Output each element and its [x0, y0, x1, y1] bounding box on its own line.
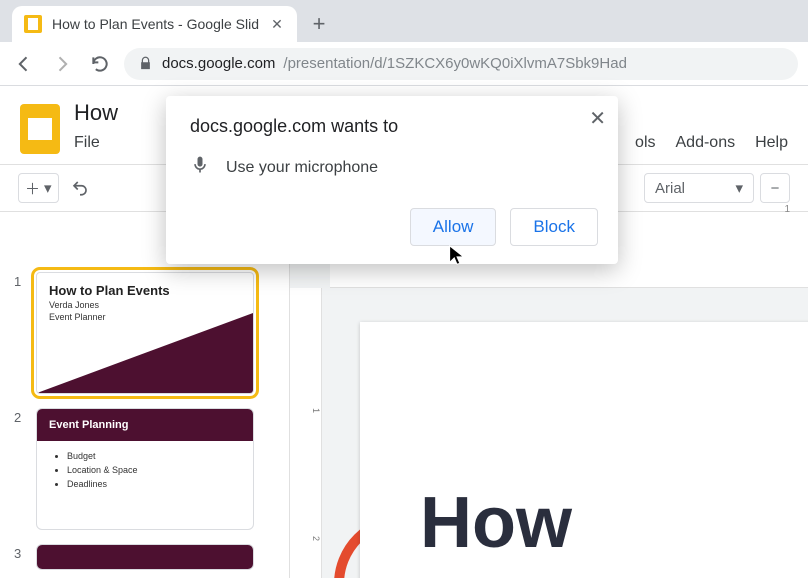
new-tab-button[interactable]: + [305, 10, 333, 38]
list-item: Deadlines [67, 477, 253, 491]
thumbnail-panel: 1 How to Plan Events Verda Jones Event P… [0, 262, 290, 578]
address-bar[interactable]: docs.google.com/presentation/d/1SZKCX6y0… [124, 48, 798, 80]
back-button[interactable] [10, 50, 38, 78]
list-item: Location & Space [67, 463, 253, 477]
slide-thumbnail-1[interactable]: How to Plan Events Verda Jones Event Pla… [36, 272, 254, 394]
thumb-title: Event Planning [37, 409, 253, 441]
list-item: Budget [67, 449, 253, 463]
ruler-mark: 1 [784, 204, 790, 215]
slide-editor: 1 2 How [290, 262, 808, 578]
chevron-down-icon: ▾ [735, 179, 743, 197]
browser-tab-strip: How to Plan Events - Google Slid ✕ + [0, 0, 808, 42]
permission-dialog: ✕ docs.google.com wants to Use your micr… [166, 96, 618, 264]
thumb-subtitle: Verda Jones [37, 300, 253, 312]
chevron-down-icon: ▾ [44, 179, 52, 197]
browser-toolbar: docs.google.com/presentation/d/1SZKCX6y0… [0, 42, 808, 86]
tab-title: How to Plan Events - Google Slid [52, 16, 259, 32]
microphone-icon [190, 155, 210, 180]
thumb-number: 3 [14, 544, 26, 561]
workspace: 1 How to Plan Events Verda Jones Event P… [0, 262, 808, 578]
close-icon[interactable]: ✕ [589, 106, 606, 131]
ruler-mark: 1 [311, 408, 321, 413]
slides-logo[interactable] [20, 104, 60, 154]
thumb-decoration [37, 545, 253, 569]
thumb-title: How to Plan Events [37, 273, 253, 300]
mouse-cursor [446, 244, 468, 271]
menubar: File [74, 134, 118, 152]
thumb-number: 2 [14, 408, 26, 425]
ruler-horizontal [330, 262, 808, 288]
thumb-bullets: Budget Location & Space Deadlines [37, 441, 253, 491]
font-select[interactable]: Arial ▾ [644, 173, 754, 203]
ruler-mark: 2 [311, 536, 321, 541]
close-tab-icon[interactable]: ✕ [269, 16, 285, 32]
menu-addons[interactable]: Add-ons [676, 134, 736, 152]
block-button[interactable]: Block [510, 208, 598, 246]
forward-button[interactable] [48, 50, 76, 78]
url-host: docs.google.com [162, 55, 275, 72]
font-name: Arial [655, 180, 685, 197]
canvas-title-text[interactable]: How [360, 322, 808, 564]
doc-title[interactable]: How [74, 100, 118, 126]
new-slide-button[interactable]: ＋ ▾ [18, 173, 59, 203]
slide-thumbnail-2[interactable]: Event Planning Budget Location & Space D… [36, 408, 254, 530]
thumb-decoration [37, 313, 253, 393]
url-path: /presentation/d/1SZKCX6y0wKQ0iXlvmA7Sbk9… [283, 55, 627, 72]
slide-canvas[interactable]: How [360, 322, 808, 578]
allow-button[interactable]: Allow [410, 208, 497, 246]
ruler-vertical: 1 2 [290, 288, 322, 578]
menu-file[interactable]: File [74, 134, 100, 152]
permission-heading: docs.google.com wants to [190, 116, 598, 137]
menu-tools[interactable]: ols [635, 134, 655, 152]
slides-favicon [24, 15, 42, 33]
thumb-number: 1 [14, 272, 26, 289]
undo-button[interactable] [65, 173, 95, 203]
slide-thumbnail-3[interactable] [36, 544, 254, 570]
reload-button[interactable] [86, 50, 114, 78]
menu-help[interactable]: Help [755, 134, 788, 152]
browser-tab[interactable]: How to Plan Events - Google Slid ✕ [12, 6, 297, 42]
thumb-subtitle2: Event Planner [37, 312, 253, 324]
font-size-decrease[interactable]: − [760, 173, 790, 203]
lock-icon [136, 55, 154, 73]
permission-text: Use your microphone [226, 159, 378, 177]
